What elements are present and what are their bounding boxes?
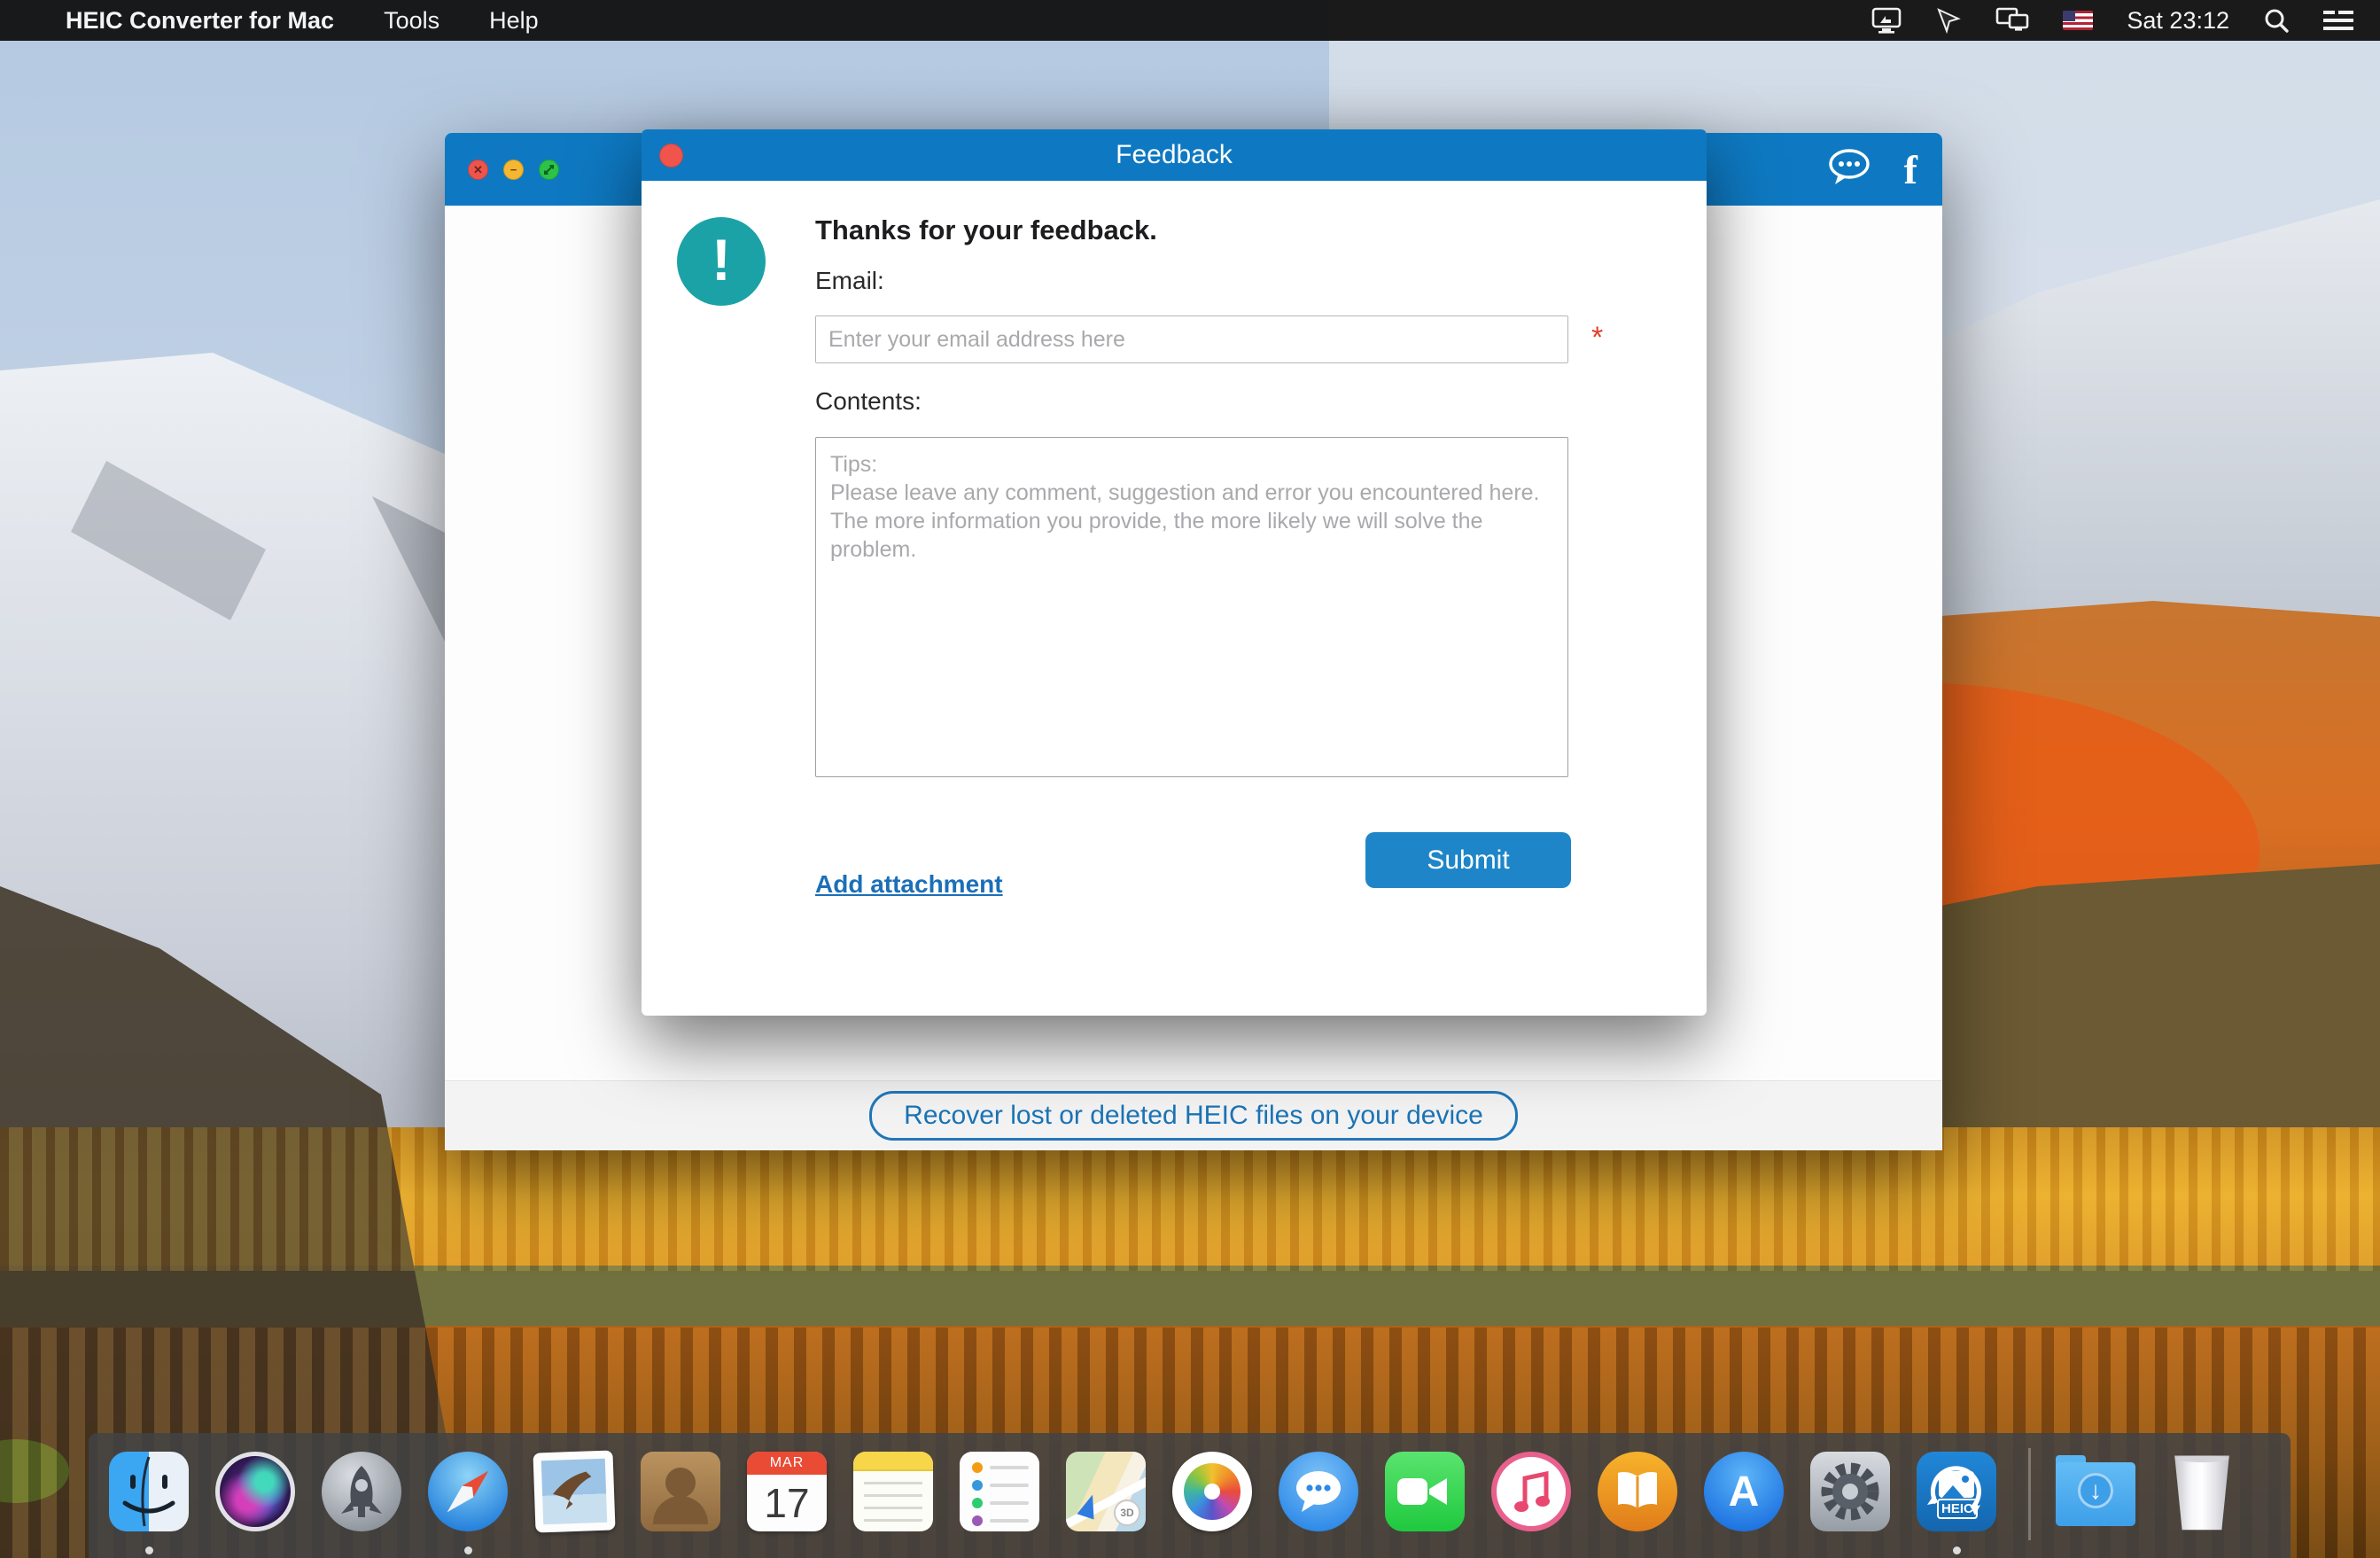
dock-icon-notes[interactable]: [853, 1452, 933, 1531]
displays-icon[interactable]: [1995, 7, 2029, 34]
menu-bar: HEIC Converter for Mac Tools Help Sat 23…: [0, 0, 2380, 41]
dock-icon-mail[interactable]: [533, 1450, 616, 1533]
us-flag-icon[interactable]: [2063, 11, 2094, 30]
recover-heic-files-button[interactable]: Recover lost or deleted HEIC files on yo…: [869, 1091, 1518, 1141]
facebook-icon[interactable]: f: [1904, 149, 1917, 191]
close-window-button[interactable]: ✕: [468, 160, 488, 180]
dock-icon-safari[interactable]: [428, 1452, 508, 1531]
feedback-dialog: Feedback ! Thanks for your feedback. Ema…: [642, 129, 1707, 1016]
dock-icon-finder[interactable]: [109, 1452, 189, 1531]
dock-icon-system-preferences[interactable]: [1810, 1452, 1890, 1531]
app-menu-title[interactable]: HEIC Converter for Mac: [66, 7, 334, 35]
email-label: Email:: [815, 267, 884, 294]
exclamation-glyph: !: [712, 227, 731, 292]
heic-badge: HEIC: [1937, 1499, 1978, 1519]
dock-icon-calendar[interactable]: MAR 17: [747, 1452, 827, 1531]
calendar-month: MAR: [747, 1452, 827, 1475]
contents-label: Contents:: [815, 387, 922, 415]
feedback-chat-icon[interactable]: [1826, 147, 1872, 192]
calendar-day: 17: [764, 1480, 810, 1526]
dock-icon-trash[interactable]: [2162, 1452, 2242, 1531]
dock-icon-photos[interactable]: [1172, 1452, 1252, 1531]
required-asterisk: *: [1591, 321, 1604, 354]
running-indicator-safari: [464, 1546, 472, 1554]
running-indicator-finder: [145, 1546, 153, 1554]
traffic-lights: ✕ −: [468, 160, 559, 180]
running-indicator-heic: [1953, 1546, 1961, 1554]
notification-center-icon[interactable]: [2323, 9, 2353, 32]
dialog-heading: Thanks for your feedback.: [815, 214, 1157, 245]
add-attachment-link[interactable]: Add attachment: [815, 870, 1003, 899]
spotlight-search-icon[interactable]: [2263, 7, 2290, 34]
dock-icon-heic-converter[interactable]: HEIC: [1917, 1452, 1996, 1531]
email-field[interactable]: [815, 315, 1568, 363]
dock-icon-app-store[interactable]: A: [1704, 1452, 1784, 1531]
dialog-close-button[interactable]: [659, 144, 683, 167]
dock-icon-downloads[interactable]: ↓: [2056, 1452, 2135, 1531]
menu-tools[interactable]: Tools: [384, 7, 439, 35]
pointer-icon[interactable]: [1935, 7, 1962, 34]
dock-icon-reminders[interactable]: [960, 1452, 1039, 1531]
dock-icon-facetime[interactable]: [1385, 1452, 1465, 1531]
zoom-window-button[interactable]: [539, 160, 559, 180]
dock-icon-contacts[interactable]: [641, 1452, 720, 1531]
dock-icon-messages[interactable]: [1279, 1452, 1358, 1531]
dock-icon-siri[interactable]: [215, 1452, 295, 1531]
display-mirroring-icon[interactable]: [1871, 7, 1902, 34]
minimize-window-button[interactable]: −: [503, 160, 524, 180]
dock-divider: [2028, 1448, 2031, 1540]
dialog-title: Feedback: [1116, 140, 1233, 169]
exclamation-circle-icon: !: [677, 217, 766, 306]
desktop: HEIC Converter for Mac Tools Help Sat 23…: [0, 0, 2380, 1558]
menu-help[interactable]: Help: [489, 7, 539, 35]
dock-icon-itunes[interactable]: [1491, 1452, 1571, 1531]
dock: MAR 17 3D A HEIC ↓: [89, 1433, 2291, 1558]
main-window-footer: Recover lost or deleted HEIC files on yo…: [445, 1080, 1942, 1150]
feedback-dialog-titlebar[interactable]: Feedback: [642, 129, 1707, 181]
contents-field[interactable]: [815, 437, 1568, 777]
dock-icon-maps[interactable]: 3D: [1066, 1452, 1146, 1531]
dock-icon-books[interactable]: [1598, 1452, 1677, 1531]
dock-icon-launchpad[interactable]: [322, 1452, 401, 1531]
submit-button[interactable]: Submit: [1365, 832, 1571, 888]
menu-bar-clock[interactable]: Sat 23:12: [2127, 7, 2229, 35]
